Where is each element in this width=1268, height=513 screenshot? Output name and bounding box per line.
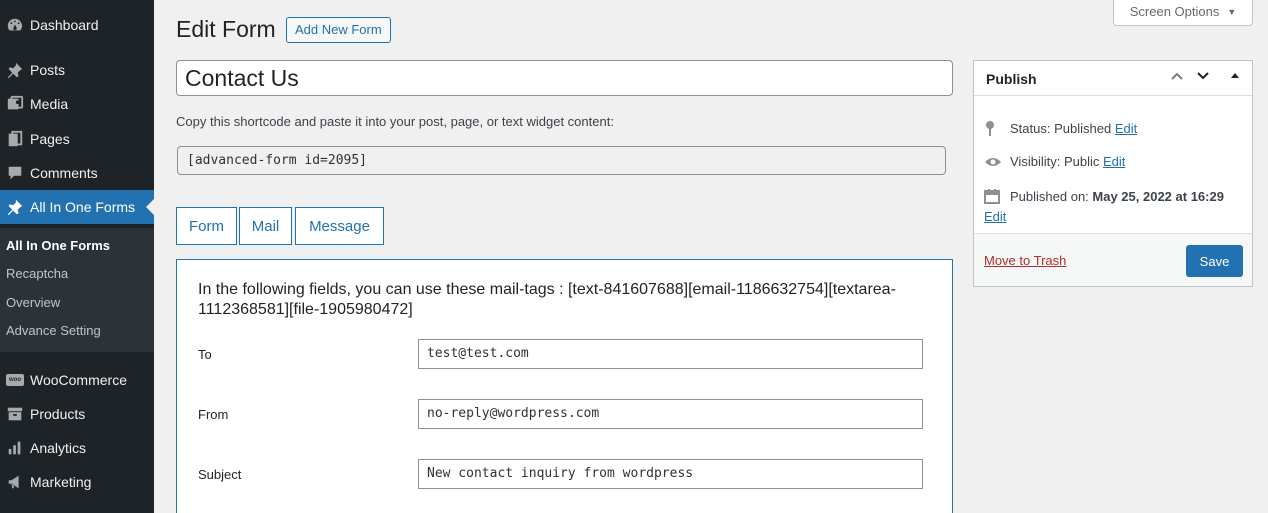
sidebar-item-label: Marketing (30, 474, 92, 490)
edit-date-link[interactable]: Edit (984, 209, 1006, 224)
from-label: From (198, 407, 229, 422)
publish-actions: Move to Trash Save (974, 233, 1252, 286)
sidebar-item-label: Comments (30, 165, 98, 181)
published-on-label: Published on: (1010, 188, 1089, 204)
form-title-input[interactable]: Contact Us (176, 60, 953, 96)
edit-status-link[interactable]: Edit (1115, 121, 1137, 136)
sidebar-item-products[interactable]: Products (0, 397, 154, 431)
screen-options-button[interactable]: Screen Options ▼ (1113, 0, 1253, 26)
dashboard-icon (0, 16, 30, 34)
published-on-value: May 25, 2022 at 16:29 (1092, 188, 1224, 204)
publish-status-row: Status: Published Edit (984, 120, 1137, 136)
status-label: Status: Published (1010, 120, 1112, 136)
publish-box: Publish Status: Published Edit Visibilit… (973, 60, 1253, 287)
to-field[interactable]: test@test.com (418, 339, 923, 369)
sidebar-item-label: Media (30, 96, 69, 112)
archive-icon (0, 405, 30, 423)
submenu-item-all-in-one-forms[interactable]: All In One Forms (6, 238, 110, 253)
screen-options-label: Screen Options (1129, 4, 1220, 19)
move-to-trash-link[interactable]: Move to Trash (984, 253, 1066, 268)
mail-panel: In the following fields, you can use the… (176, 259, 953, 513)
pin-icon (0, 61, 30, 79)
from-field[interactable]: no-reply@wordpress.com (418, 399, 923, 429)
sidebar-item-marketing[interactable]: Marketing (0, 465, 154, 499)
bar-chart-icon (0, 439, 30, 457)
eye-icon (984, 156, 1004, 168)
sidebar-item-pages[interactable]: Pages (0, 122, 154, 156)
pin-icon (0, 198, 30, 216)
sidebar-item-label: WooCommerce (30, 372, 127, 388)
tab-form[interactable]: Form (176, 207, 237, 245)
sidebar-item-dashboard[interactable]: Dashboard (0, 8, 154, 42)
sidebar-item-posts[interactable]: Posts (0, 53, 154, 87)
current-menu-arrow (146, 199, 154, 215)
calendar-icon (984, 188, 1004, 204)
submenu-item-advance-setting[interactable]: Advance Setting (6, 323, 101, 338)
sidebar-submenu: All In One Forms Recaptcha Overview Adva… (0, 228, 154, 352)
megaphone-icon (0, 473, 30, 491)
save-button[interactable]: Save (1186, 245, 1243, 277)
publish-date-row: Published on: May 25, 2022 at 16:29 (984, 188, 1224, 204)
tab-mail[interactable]: Mail (239, 207, 292, 245)
chevron-down-icon[interactable] (1196, 69, 1210, 86)
visibility-label: Visibility: Public (1010, 154, 1100, 169)
sidebar-item-woocommerce[interactable]: woo WooCommerce (0, 363, 154, 397)
page-title: Edit Form (176, 16, 276, 42)
pages-icon (0, 130, 30, 148)
subject-field[interactable]: New contact inquiry from wordpress (418, 459, 923, 489)
media-icon (0, 95, 30, 113)
shortcode-description: Copy this shortcode and paste it into yo… (176, 114, 614, 129)
sidebar-item-label: Pages (30, 131, 70, 147)
publish-visibility-row: Visibility: Public Edit (984, 154, 1125, 169)
to-label: To (198, 347, 212, 362)
sidebar-item-label: Analytics (30, 440, 87, 456)
admin-sidebar: Dashboard Posts Media Pages Comments All… (0, 0, 154, 513)
sidebar-item-all-in-one-forms[interactable]: All In One Forms (0, 190, 154, 224)
sidebar-item-label: Dashboard (30, 17, 99, 33)
publish-box-header: Publish (974, 61, 1252, 96)
publish-title: Publish (986, 71, 1037, 87)
edit-visibility-link[interactable]: Edit (1103, 154, 1125, 169)
chevron-up-icon[interactable] (1170, 69, 1184, 86)
pin-icon (984, 120, 1004, 136)
sidebar-item-label: Products (30, 406, 86, 422)
tab-message[interactable]: Message (295, 207, 384, 245)
mail-tags-description: In the following fields, you can use the… (198, 281, 896, 318)
woo-icon: woo (0, 374, 30, 386)
submenu-item-overview[interactable]: Overview (6, 295, 60, 310)
submenu-item-recaptcha[interactable]: Recaptcha (6, 266, 68, 281)
sidebar-item-label: Posts (30, 62, 66, 78)
shortcode-field[interactable]: [advanced-form id=2095] (177, 146, 946, 175)
sidebar-item-media[interactable]: Media (0, 87, 154, 121)
sidebar-item-analytics[interactable]: Analytics (0, 431, 154, 465)
add-new-form-button[interactable]: Add New Form (286, 17, 391, 43)
sidebar-item-label: All In One Forms (30, 199, 136, 215)
sidebar-item-comments[interactable]: Comments (0, 156, 154, 190)
comment-icon (0, 164, 30, 182)
chevron-down-icon: ▼ (1227, 6, 1237, 17)
collapse-toggle-icon[interactable] (1230, 69, 1240, 86)
subject-label: Subject (198, 467, 242, 482)
